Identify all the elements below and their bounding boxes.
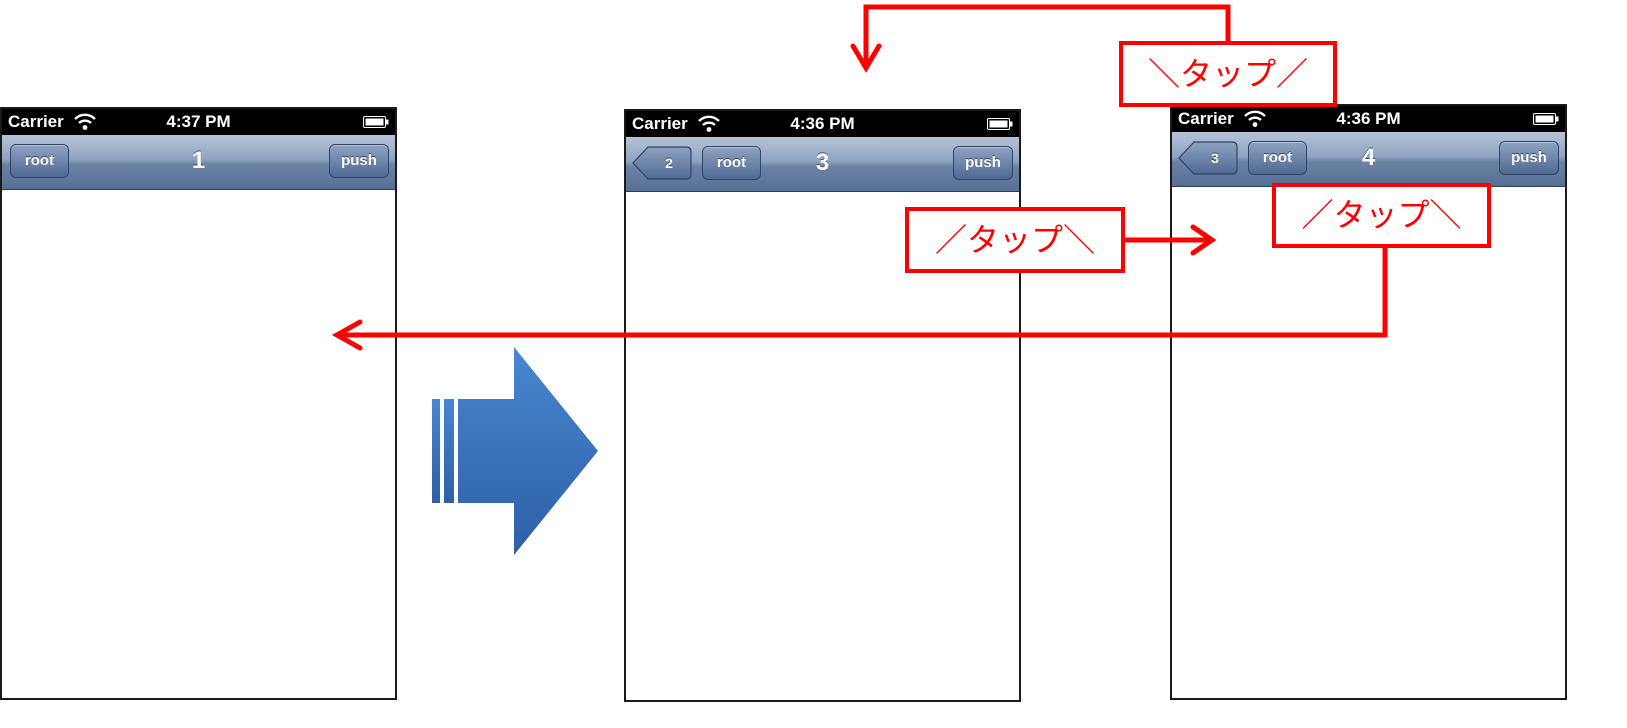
tap-annotation-text: ／タップ＼ bbox=[934, 221, 1095, 259]
annotation-arrows bbox=[331, 4, 1388, 351]
tap-annotation-text: ／タップ＼ bbox=[1301, 196, 1462, 234]
tap-annotation-text: ＼タップ／ bbox=[1147, 55, 1308, 93]
tap-annotation-top: ＼タップ／ bbox=[1119, 41, 1337, 107]
annotation-arrow-icon bbox=[340, 244, 1388, 338]
tap-annotation-middle: ／タップ＼ bbox=[905, 207, 1125, 273]
tap-annotation-right: ／タップ＼ bbox=[1272, 183, 1491, 248]
